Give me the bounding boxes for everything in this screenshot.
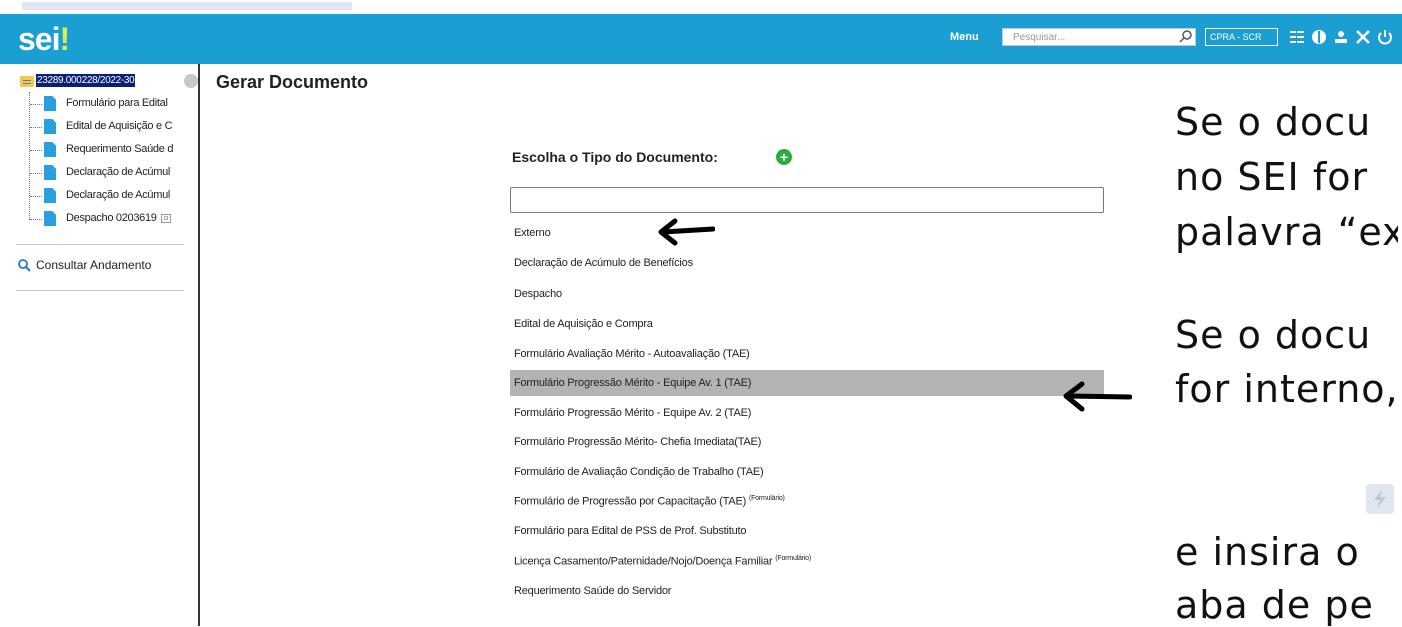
option-label: Formulário de Progressão por Capacitação… <box>514 495 747 508</box>
document-type-option[interactable]: Externo <box>510 220 1104 246</box>
grid-icon[interactable] <box>1288 27 1306 47</box>
add-type-icon[interactable]: + <box>776 149 792 165</box>
search-input[interactable]: Pesquisar... <box>1002 28 1196 46</box>
document-type-option[interactable]: Formulário Progressão Mérito - Equipe Av… <box>510 400 1104 426</box>
arrow-left-icon <box>658 218 715 246</box>
annotation-line: aba de pe <box>1175 583 1374 627</box>
tree-connector <box>30 196 42 197</box>
tree-item[interactable]: Edital de Aquisição e C <box>30 119 200 135</box>
folder-icon <box>20 76 34 87</box>
document-type-option[interactable]: Formulário para Edital de PSS de Prof. S… <box>510 518 1104 544</box>
tree-item-label[interactable]: Declaração de Acúmul <box>66 189 170 201</box>
consult-label: Consultar Andamento <box>36 258 152 272</box>
document-icon <box>44 142 56 157</box>
tree-connector <box>30 219 42 220</box>
arrow-left-icon <box>1063 381 1132 412</box>
tree-item-text: Despacho 0203619 <box>66 212 157 224</box>
document-icon <box>44 119 56 134</box>
tree-connector <box>30 150 42 151</box>
annotation-line: Se o docu <box>1175 313 1372 357</box>
option-tag: (Formulário) <box>748 495 785 502</box>
menu-link[interactable]: Menu <box>950 31 979 43</box>
document-type-option[interactable]: Despacho <box>510 281 1104 307</box>
right-edge <box>1398 64 1402 626</box>
logo-text: sei <box>18 21 60 57</box>
tree-item-label[interactable]: Formulário para Edital <box>66 97 168 109</box>
faded-title-bar <box>22 2 352 10</box>
tree-item[interactable]: Declaração de Acúmul <box>30 165 200 181</box>
lightning-thumbnail-icon <box>1366 484 1394 514</box>
document-type-option[interactable]: Formulário Avaliação Mérito - Autoavalia… <box>510 341 1104 367</box>
logo-bang: ! <box>59 21 70 57</box>
tree-item[interactable]: Requerimento Saúde d <box>30 142 200 158</box>
document-type-option[interactable]: Formulário de Avaliação Condição de Trab… <box>510 459 1104 485</box>
document-type-filter-input[interactable] <box>510 187 1104 213</box>
document-type-option-selected[interactable]: Formulário Progressão Mérito - Equipe Av… <box>510 370 1104 396</box>
magnifier-icon <box>18 259 31 273</box>
app-header: sei! Menu Pesquisar... CPRA - SCR <box>0 14 1402 64</box>
process-tree-sidebar: 23289.000228/2022-30 Formulário para Edi… <box>0 64 200 626</box>
document-icon <box>44 165 56 180</box>
document-icon <box>44 96 56 111</box>
doc-badge: ci <box>160 213 172 223</box>
option-tag: (Formulário) <box>775 555 811 562</box>
consult-link[interactable]: Consultar Andamento <box>18 258 152 273</box>
tree-vertical-line <box>29 92 30 220</box>
tree-item-label[interactable]: Declaração de Acúmul <box>66 166 170 178</box>
process-status-icon <box>184 74 198 88</box>
browser-top-strip <box>0 0 1402 14</box>
document-icon <box>44 188 56 203</box>
document-type-option[interactable]: Edital de Aquisição e Compra <box>510 311 1104 337</box>
tree-item[interactable]: Despacho 0203619 ci <box>30 211 200 227</box>
header-icons <box>1288 27 1394 47</box>
document-type-option[interactable]: Formulário Progressão Mérito- Chefia Ime… <box>510 429 1104 455</box>
tree-item[interactable]: Formulário para Edital <box>30 96 200 112</box>
document-type-option[interactable]: Licença Casamento/Paternidade/Nojo/Doenç… <box>510 548 1104 574</box>
process-number[interactable]: 23289.000228/2022-30 <box>36 74 136 87</box>
user-icon[interactable] <box>1332 27 1350 47</box>
tree-connector <box>30 104 42 105</box>
tree-connector <box>30 127 42 128</box>
power-icon[interactable] <box>1376 27 1394 47</box>
sei-logo[interactable]: sei! <box>18 21 70 58</box>
annotation-line: no SEI for <box>1175 155 1369 199</box>
tree-connector <box>30 173 42 174</box>
unit-selector[interactable]: CPRA - SCR <box>1205 28 1278 46</box>
option-label: Licença Casamento/Paternidade/Nojo/Doenç… <box>514 555 773 568</box>
page-title: Gerar Documento <box>216 72 369 92</box>
document-type-option[interactable]: Declaração de Acúmulo de Benefícios <box>510 250 1104 276</box>
document-type-option[interactable]: Formulário de Progressão por Capacitação… <box>510 488 1104 514</box>
document-type-prompt: Escolha o Tipo do Documento: <box>512 149 718 165</box>
tree-item[interactable]: Declaração de Acúmul <box>30 188 200 204</box>
annotation-line: Se o docu <box>1175 100 1372 144</box>
divider <box>16 290 184 291</box>
divider <box>16 244 184 245</box>
annotation-line: e insira o <box>1175 530 1360 574</box>
tools-icon[interactable] <box>1354 27 1372 47</box>
tree-item-label[interactable]: Despacho 0203619 ci <box>66 212 172 224</box>
annotation-line: palavra “ex <box>1175 210 1402 254</box>
document-icon <box>44 211 56 226</box>
tree-item-label[interactable]: Edital de Aquisição e C <box>66 120 173 132</box>
annotation-line: for interno, <box>1175 367 1399 411</box>
globe-icon[interactable] <box>1310 27 1328 47</box>
search-icon[interactable] <box>1178 29 1194 45</box>
document-type-option[interactable]: Requerimento Saúde do Servidor <box>510 578 1104 604</box>
tree-item-label[interactable]: Requerimento Saúde d <box>66 143 173 155</box>
